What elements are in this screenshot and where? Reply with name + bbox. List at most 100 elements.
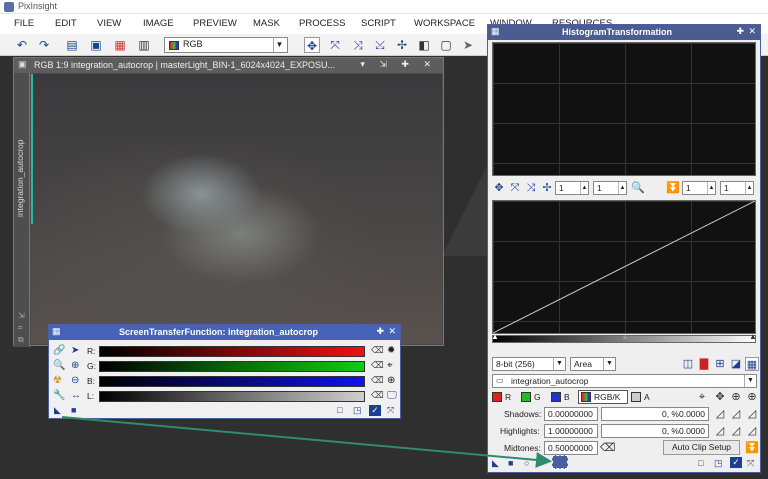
horizontal-zoom-input[interactable]: 1 ▲ bbox=[555, 181, 589, 195]
auto-stretch-icon[interactable]: ☢ bbox=[53, 375, 65, 387]
menu-view[interactable]: VIEW bbox=[97, 18, 121, 29]
vertical-zoom-input[interactable]: 1 ▲ bbox=[593, 181, 627, 195]
new-instance-icon[interactable]: ◣ bbox=[54, 405, 61, 416]
menu-preview[interactable]: PREVIEW bbox=[193, 18, 237, 29]
input-histogram-plot[interactable] bbox=[492, 42, 756, 176]
browse-docs-icon[interactable]: ◳ bbox=[353, 405, 362, 416]
readout-icon[interactable]: ◧ bbox=[416, 37, 432, 53]
horizontal-arrows-icon[interactable]: ↔ bbox=[71, 390, 83, 402]
pin-icon[interactable]: ✚ bbox=[736, 26, 744, 37]
channel-g-checkbox[interactable] bbox=[521, 392, 531, 402]
graph-style-icon[interactable]: ⊞ bbox=[713, 357, 727, 371]
color-manage-icon[interactable]: ▥ bbox=[136, 37, 152, 53]
zoom-fit-icon[interactable]: ⤧ bbox=[508, 181, 522, 195]
real-time-preview-icon[interactable]: ○ bbox=[524, 458, 529, 468]
close-icon[interactable]: ✕ bbox=[748, 26, 756, 37]
shadows-reset-icon[interactable]: ◿ bbox=[745, 407, 759, 421]
bit-depth-select[interactable]: 8-bit (256) ▼ bbox=[492, 357, 566, 371]
reset-all-icon[interactable]: ⤧ bbox=[747, 458, 754, 469]
shadows-clip-icon[interactable]: ◿ bbox=[713, 407, 727, 421]
histogram-bars-icon[interactable]: ▇ bbox=[697, 357, 711, 371]
zoom-in-icon[interactable]: ⤨ bbox=[524, 181, 538, 195]
menu-mask[interactable]: MASK bbox=[253, 18, 280, 29]
channel-r-checkbox[interactable] bbox=[492, 392, 502, 402]
close-icon[interactable]: ✕ bbox=[388, 326, 396, 337]
pan-icon[interactable]: ✢ bbox=[394, 37, 410, 53]
apply-check-icon[interactable]: ✓ bbox=[369, 405, 381, 416]
window-buttons[interactable]: ▾ ⇲ ✚ ✕ bbox=[360, 59, 437, 70]
highlights-input[interactable]: 1.00000000 bbox=[544, 424, 598, 438]
shadows-slider-handle[interactable]: ▲ bbox=[491, 332, 499, 341]
pin-icon[interactable]: ✚ bbox=[376, 326, 384, 337]
plot-mode-select[interactable]: Area ▼ bbox=[570, 357, 616, 371]
move-mode-icon[interactable]: ✥ bbox=[304, 37, 320, 53]
output-histogram-plot[interactable] bbox=[492, 200, 756, 334]
midtones-slider-track[interactable]: ▲ ▲ ▲ bbox=[491, 332, 757, 343]
zoom-fit-icon[interactable]: ⤧ bbox=[327, 37, 343, 53]
browse-docs-icon[interactable]: ◳ bbox=[714, 458, 723, 469]
preview-toggle-icon[interactable]: □ bbox=[337, 405, 342, 415]
zoom-out-icon[interactable]: ⤩ bbox=[372, 37, 388, 53]
midtones-input[interactable]: 0.50000000 bbox=[544, 441, 598, 455]
menu-edit[interactable]: EDIT bbox=[55, 18, 77, 29]
grid-toggle-icon[interactable]: ▦ bbox=[745, 357, 759, 371]
channel-a-checkbox[interactable] bbox=[631, 392, 641, 402]
zoom-in-icon[interactable]: ⤨ bbox=[350, 37, 366, 53]
stf-green-slider[interactable] bbox=[99, 361, 365, 372]
apply-global-icon[interactable]: ■ bbox=[71, 405, 76, 415]
menu-script[interactable]: SCRIPT bbox=[361, 18, 396, 29]
shadows-auto-icon[interactable]: ◿ bbox=[729, 407, 743, 421]
midtones-reset-icon[interactable]: ⌫ bbox=[600, 441, 616, 455]
image-window-title-bar[interactable]: ▣ RGB 1:9 integration_autocrop | masterL… bbox=[14, 58, 443, 73]
reset-all-icon[interactable]: ⤧ bbox=[387, 405, 394, 416]
menu-file[interactable]: FILE bbox=[14, 18, 34, 29]
image-window[interactable]: ▣ RGB 1:9 integration_autocrop | masterL… bbox=[13, 57, 444, 347]
output-horizontal-zoom-input[interactable]: 1 ▲ bbox=[682, 181, 716, 195]
gear-icon[interactable]: ✹ bbox=[387, 345, 395, 356]
channel-rgbk-toggle[interactable]: RGB/K bbox=[578, 390, 628, 404]
stf-luminance-slider[interactable] bbox=[99, 391, 365, 402]
zoom-out-icon[interactable]: ⊖ bbox=[71, 375, 83, 387]
histogram-panel[interactable]: ▦ HistogramTransformation ✚ ✕ ✥ ⤧ ⤨ ✢ 1 ▲… bbox=[487, 24, 761, 473]
reset-icon[interactable]: ⌫ bbox=[371, 375, 384, 386]
crosshair-icon[interactable]: ⊕ bbox=[387, 375, 395, 386]
view-select[interactable]: ▭ integration_autocrop ▼ bbox=[492, 374, 757, 388]
clone-icon[interactable]: ⧉ bbox=[18, 335, 24, 345]
zoom-icon[interactable]: 🔍 bbox=[53, 360, 65, 372]
output-vertical-zoom-input[interactable]: 1 ▲ bbox=[720, 181, 754, 195]
wrench-icon[interactable]: 🔧 bbox=[53, 390, 65, 402]
monitor-icon[interactable]: 🖵 bbox=[387, 390, 397, 401]
image-info-icon[interactable]: ▤ bbox=[64, 37, 80, 53]
move-icon[interactable]: ✥ bbox=[492, 181, 506, 195]
edit-preview-icon[interactable]: ➤ bbox=[460, 37, 476, 53]
histogram-title-bar[interactable]: ▦ HistogramTransformation ✚ ✕ bbox=[488, 25, 760, 40]
link-channels-icon[interactable]: 🔗 bbox=[53, 345, 65, 357]
preview-toggle-icon[interactable]: □ bbox=[698, 458, 703, 468]
apply-check-icon[interactable]: ✓ bbox=[730, 457, 742, 468]
reset-icon[interactable]: ⌫ bbox=[371, 345, 384, 356]
stf-title-bar[interactable]: ▦ ScreenTransferFunction: integration_au… bbox=[49, 325, 400, 340]
target-icon[interactable]: ⊕ bbox=[729, 390, 743, 404]
stf-panel[interactable]: ▦ ScreenTransferFunction: integration_au… bbox=[48, 324, 401, 419]
reset-icon[interactable]: ⌫ bbox=[371, 360, 384, 371]
redo-icon[interactable]: ↷ bbox=[36, 37, 52, 53]
apply-global-icon[interactable]: ■ bbox=[508, 458, 513, 468]
channel-b-checkbox[interactable] bbox=[551, 392, 561, 402]
drop-target-icon[interactable] bbox=[552, 455, 568, 469]
pan-icon[interactable]: ✢ bbox=[540, 181, 554, 195]
crosshair-icon[interactable]: ⌖ bbox=[387, 360, 393, 371]
fit-icon[interactable]: ⌗ bbox=[18, 323, 23, 333]
readout-icon[interactable]: ✥ bbox=[713, 390, 727, 404]
menu-workspace[interactable]: WORKSPACE bbox=[414, 18, 475, 29]
menu-process[interactable]: PROCESS bbox=[299, 18, 345, 29]
image-window-side-tab[interactable]: integration_autocrop ⇲ ⌗ ⧉ bbox=[14, 73, 30, 347]
highlights-reset-icon[interactable]: ◿ bbox=[745, 424, 759, 438]
shrink-icon[interactable]: ⇲ bbox=[18, 311, 25, 320]
reset-icon[interactable]: ⌫ bbox=[371, 390, 384, 401]
rgb-working-space-icon[interactable]: ▦ bbox=[112, 37, 128, 53]
highlights-slider-handle[interactable]: ▲ bbox=[749, 332, 757, 341]
zoom-icon[interactable]: 🔍 bbox=[631, 181, 645, 195]
menu-image[interactable]: IMAGE bbox=[143, 18, 174, 29]
preview-icon[interactable]: ▢ bbox=[438, 37, 454, 53]
auto-zero-icon[interactable]: ⏬ bbox=[745, 441, 759, 455]
